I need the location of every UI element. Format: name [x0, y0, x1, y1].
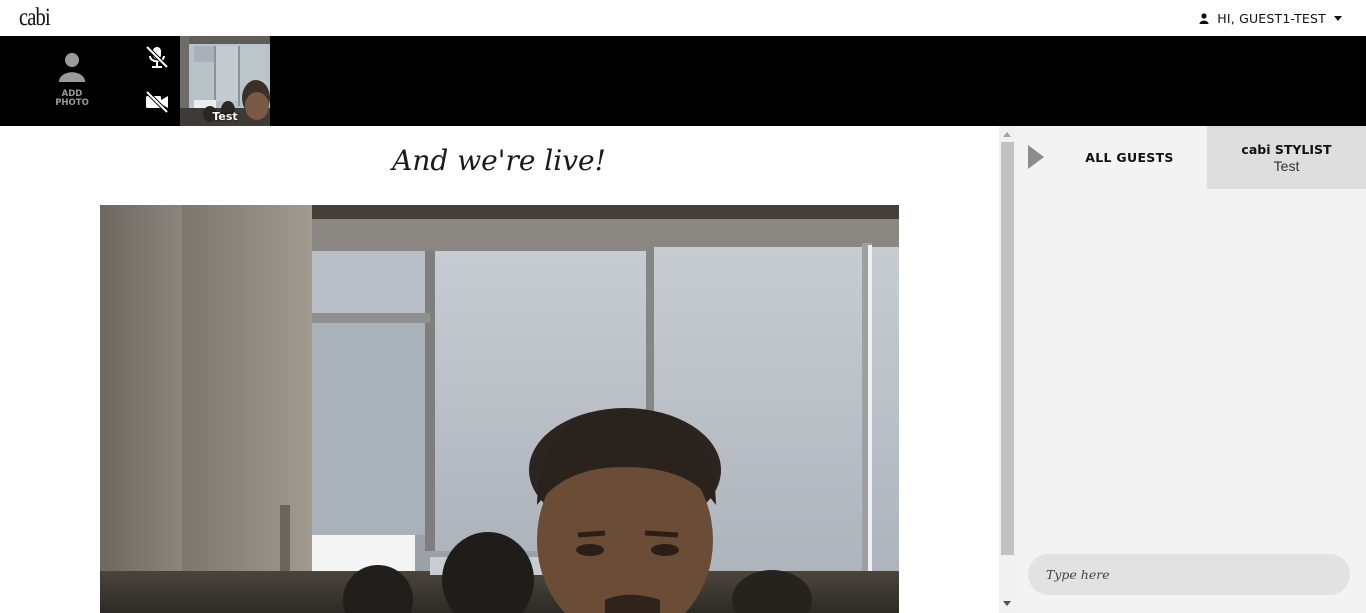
tab-all-guests[interactable]: ALL GUESTS: [1052, 126, 1207, 189]
stylist-tab-title: cabi STYLIST: [1241, 141, 1332, 157]
self-preview-name: Test: [212, 110, 238, 123]
page-title: And we're live!: [392, 144, 606, 177]
chat-panel: ALL GUESTS cabi STYLIST Test: [1016, 126, 1366, 613]
add-photo-button[interactable]: ADD PHOTO: [42, 52, 102, 112]
mute-microphone-button[interactable]: [142, 45, 172, 73]
user-menu[interactable]: HI, GUEST1-TEST: [1199, 9, 1342, 27]
play-triangle-icon: [1028, 145, 1044, 169]
add-photo-label: ADD PHOTO: [55, 89, 89, 108]
main-video-feed: [100, 205, 899, 613]
tab-cabi-stylist[interactable]: cabi STYLIST Test: [1207, 126, 1366, 189]
chat-tabs: ALL GUESTS cabi STYLIST Test: [1016, 126, 1366, 189]
collapse-chat-button[interactable]: [1026, 143, 1046, 171]
stylist-tab-name: Test: [1273, 157, 1300, 174]
user-icon: [1199, 12, 1209, 24]
user-greeting: HI, GUEST1-TEST: [1217, 10, 1326, 26]
scrollbar-thumb[interactable]: [1001, 142, 1014, 555]
toggle-camera-button[interactable]: [142, 90, 172, 118]
camera-off-icon: [144, 90, 170, 118]
scroll-down-arrow-icon[interactable]: [1003, 601, 1011, 606]
video-strip: ADD PHOTO Test: [0, 36, 1366, 126]
microphone-off-icon: [144, 44, 170, 75]
live-video-frame: [100, 205, 899, 613]
scroll-up-arrow-icon[interactable]: [1003, 132, 1011, 137]
self-video-preview[interactable]: Test: [180, 36, 270, 126]
top-header: cabi HI, GUEST1-TEST: [0, 0, 1366, 36]
chat-message-input[interactable]: [1028, 554, 1350, 595]
cabi-logo[interactable]: cabi: [19, 3, 51, 33]
person-placeholder-icon: [59, 52, 85, 87]
caret-down-icon: [1334, 15, 1342, 21]
